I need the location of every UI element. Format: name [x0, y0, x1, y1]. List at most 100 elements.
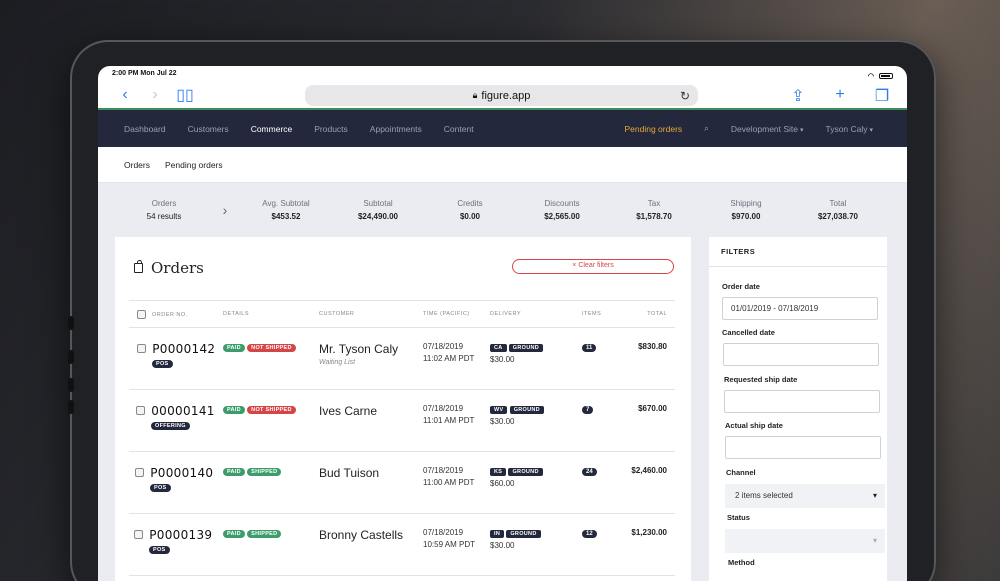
table-row[interactable]: P0000140 POS PAID SHIPPED Bud Tuison 07/…: [129, 451, 675, 514]
table-row[interactable]: P0000139 POS PAID SHIPPED Bronny Castell…: [129, 513, 675, 576]
customer-name[interactable]: Ives Carne: [319, 404, 423, 418]
delivery-cost: $30.00: [490, 541, 515, 550]
order-total: $830.80: [620, 327, 675, 390]
nav-customers[interactable]: Customers: [188, 124, 229, 134]
back-icon[interactable]: ‹: [110, 86, 140, 104]
actual-ship-date-input[interactable]: [725, 436, 881, 459]
subnav-orders[interactable]: Orders: [124, 160, 150, 170]
order-number[interactable]: P0000140: [150, 466, 213, 480]
channel-select[interactable]: 2 items selected: [725, 484, 885, 508]
address-bar[interactable]: 🔒︎ figure.app ↻: [305, 85, 698, 106]
nav-content[interactable]: Content: [444, 124, 474, 134]
header-items: ITEMS: [582, 300, 620, 328]
shipping-badge: NOT SHIPPED: [247, 406, 296, 414]
customer-name[interactable]: Bronny Castells: [319, 528, 423, 542]
method-badge: GROUND: [506, 530, 541, 538]
order-number[interactable]: P0000142: [152, 342, 215, 356]
bookmarks-icon[interactable]: ▯▯: [170, 85, 200, 105]
page-title: Orders: [151, 259, 204, 277]
stat-label: Subtotal: [363, 199, 393, 208]
method-badge: GROUND: [508, 468, 543, 476]
stat-value: $970.00: [731, 212, 761, 221]
nav-commerce[interactable]: Commerce: [251, 124, 293, 134]
order-time: 11:02 AM PDT: [423, 354, 475, 363]
stat-shipping: Shipping $970.00: [700, 199, 792, 221]
status-select[interactable]: [725, 529, 885, 553]
browser-toolbar: ‹ › ▯▯ 🔒︎ figure.app ↻ ⇪ + ❐: [98, 82, 907, 110]
order-number[interactable]: 00000141: [151, 404, 214, 418]
stat-value: $0.00: [459, 212, 481, 221]
stat-tax: Tax $1,578.70: [608, 199, 700, 221]
order-number[interactable]: P0000139: [149, 528, 212, 542]
device-button: [68, 350, 74, 364]
paid-badge: PAID: [223, 530, 245, 538]
stat-label: Discounts: [544, 199, 580, 208]
customer-name[interactable]: Bud Tuison: [319, 466, 423, 480]
shipping-badge: SHIPPED: [247, 530, 282, 538]
tabs-icon[interactable]: ❐: [867, 86, 897, 106]
select-all-checkbox[interactable]: [137, 309, 146, 319]
filters-panel: FILTERS Order date 01/01/2019 - 07/18/20…: [709, 237, 887, 581]
order-date: 07/18/2019: [423, 528, 464, 537]
source-badge: POS: [149, 546, 170, 554]
row-checkbox[interactable]: [137, 344, 146, 353]
actual-ship-date-label: Actual ship date: [725, 421, 783, 430]
stat-value: 54 results: [146, 212, 182, 221]
shipping-badge: SHIPPED: [247, 468, 282, 476]
share-icon[interactable]: ⇪: [783, 86, 813, 106]
order-date: 07/18/2019: [423, 404, 464, 413]
nav-pending-orders[interactable]: Pending orders: [625, 124, 683, 134]
table-header-row: ORDER NO. DETAILS CUSTOMER TIME (PACIFIC…: [129, 300, 675, 328]
user-menu[interactable]: Tyson Caly: [825, 124, 873, 134]
subnav-pending-orders[interactable]: Pending orders: [165, 160, 223, 170]
device-button: [68, 400, 74, 414]
status-bar: 2:00 PM Mon Jul 22 ◠: [98, 66, 907, 82]
nav-appointments[interactable]: Appointments: [370, 124, 422, 134]
row-checkbox[interactable]: [136, 406, 145, 415]
stat-label: Orders: [151, 199, 177, 208]
paid-badge: PAID: [223, 344, 245, 352]
chevron-right-icon: ›: [222, 202, 228, 218]
orders-panel: Orders × Clear filters ORDER NO. DETAILS…: [115, 237, 691, 581]
method-badge: GROUND: [509, 406, 544, 414]
screen: 2:00 PM Mon Jul 22 ◠ ‹ › ▯▯ 🔒︎ figure.ap…: [98, 66, 907, 581]
header-customer[interactable]: CUSTOMER: [319, 300, 423, 328]
items-count: 12: [582, 530, 597, 538]
channel-label: Channel: [726, 468, 756, 477]
row-checkbox[interactable]: [134, 530, 143, 539]
cancelled-date-input[interactable]: [723, 343, 879, 366]
header-order-no: ORDER NO.: [129, 300, 223, 328]
stat-total: Total $27,038.70: [792, 199, 884, 221]
status-label: Status: [727, 513, 750, 522]
device-button: [68, 378, 74, 392]
forward-icon[interactable]: ›: [140, 86, 170, 104]
source-badge: POS: [152, 360, 173, 368]
requested-ship-date-input[interactable]: [724, 390, 880, 413]
paid-badge: PAID: [223, 406, 245, 414]
search-icon[interactable]: ⌕: [704, 123, 709, 134]
device-button: [68, 316, 74, 330]
stat-label: Total: [829, 199, 847, 208]
items-count: 7: [582, 406, 594, 414]
row-checkbox[interactable]: [135, 468, 144, 477]
order-date: 07/18/2019: [423, 342, 464, 351]
state-badge: WV: [490, 406, 508, 414]
header-time[interactable]: TIME (PACIFIC): [423, 300, 490, 328]
table-row[interactable]: P0000142 POS PAID NOT SHIPPED Mr. Tyson …: [129, 327, 675, 390]
header-total[interactable]: TOTAL: [620, 300, 675, 328]
customer-name[interactable]: Mr. Tyson Caly: [319, 342, 423, 356]
nav-dashboard[interactable]: Dashboard: [124, 124, 166, 134]
order-time: 11:00 AM PDT: [423, 478, 475, 487]
table-row[interactable]: 00000141 OFFERING PAID NOT SHIPPED Ives …: [129, 389, 675, 452]
order-date-input[interactable]: 01/01/2019 - 07/18/2019: [722, 297, 878, 320]
reload-icon[interactable]: ↻: [680, 89, 690, 103]
top-nav: Dashboard Customers Commerce Products Ap…: [98, 110, 907, 147]
site-selector[interactable]: Development Site: [731, 124, 804, 134]
nav-products[interactable]: Products: [314, 124, 348, 134]
stat-subtotal: Subtotal $24,490.00: [332, 199, 424, 221]
stat-credits: Credits $0.00: [424, 199, 516, 221]
new-tab-icon[interactable]: +: [825, 86, 855, 106]
stat-value: $27,038.70: [817, 212, 859, 221]
header-delivery: DELIVERY: [490, 300, 582, 328]
clear-filters-button[interactable]: × Clear filters: [512, 259, 674, 274]
